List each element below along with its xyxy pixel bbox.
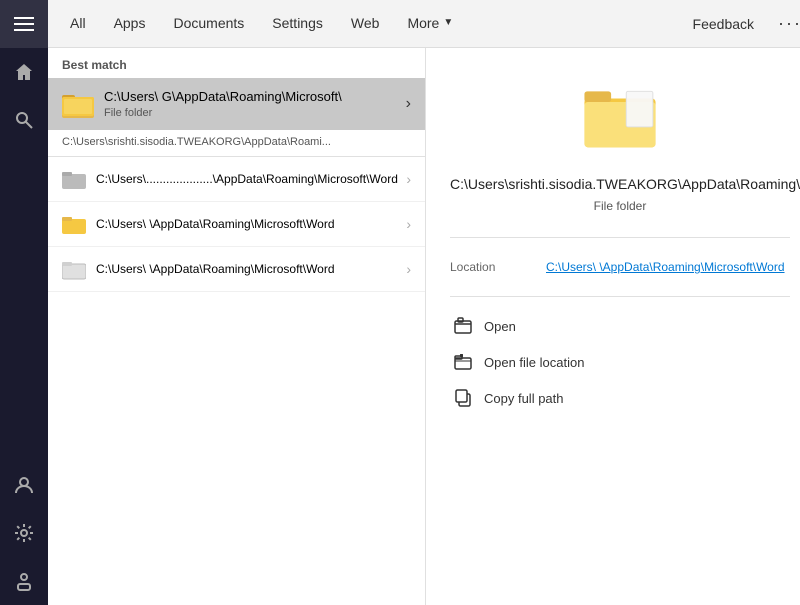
- copy-full-path-label: Copy full path: [484, 391, 564, 406]
- location-row: Location C:\Users\ \AppData\Roaming\Micr…: [450, 254, 790, 280]
- result-item-0[interactable]: C:\Users\....................\AppData\Ro…: [48, 157, 425, 202]
- result-item-1-title: C:\Users\ \AppData\Roaming\Microsoft\Wor…: [96, 216, 406, 233]
- open-file-location-label: Open file location: [484, 355, 584, 370]
- location-value[interactable]: C:\Users\ \AppData\Roaming\Microsoft\Wor…: [546, 260, 785, 274]
- tab-all[interactable]: All: [56, 0, 100, 48]
- folder-icon-gray: [62, 167, 86, 191]
- selected-item-arrow-icon: ›: [406, 95, 411, 113]
- selected-result-item[interactable]: C:\Users\ G\AppData\Roaming\Microsoft\ F…: [48, 78, 425, 130]
- folder-icon-yellow: [62, 212, 86, 236]
- topbar: All Apps Documents Settings Web More ▼ F…: [48, 0, 800, 48]
- path-breadcrumb: C:\Users\srishti.sisodia.TWEAKORG\AppDat…: [48, 130, 425, 157]
- content-area: Best match C:\Users\ G\AppData\Roaming\M…: [48, 48, 800, 605]
- tab-documents[interactable]: Documents: [159, 0, 258, 48]
- hamburger-menu-icon[interactable]: [0, 0, 48, 48]
- folder-icon-selected: [62, 88, 94, 120]
- best-match-label: Best match: [48, 48, 425, 78]
- open-action-label: Open: [484, 319, 516, 334]
- tab-settings[interactable]: Settings: [258, 0, 337, 48]
- user-icon[interactable]: [0, 461, 48, 509]
- sidebar: [0, 0, 48, 605]
- tab-web[interactable]: Web: [337, 0, 394, 48]
- copy-icon: [454, 389, 472, 407]
- result-item-0-arrow-icon: ›: [406, 171, 411, 187]
- result-item-0-text: C:\Users\....................\AppData\Ro…: [96, 171, 406, 188]
- topbar-right: Feedback ···: [685, 13, 800, 34]
- chevron-down-icon: ▼: [443, 17, 453, 28]
- detail-folder-icon: [580, 78, 660, 158]
- copy-full-path-action[interactable]: Copy full path: [450, 381, 790, 415]
- search-icon[interactable]: [0, 96, 48, 144]
- tab-more[interactable]: More ▼: [393, 0, 467, 48]
- feedback-button[interactable]: Feedback: [685, 16, 762, 32]
- open-file-location-action[interactable]: Open file location: [450, 345, 790, 379]
- settings-icon[interactable]: [0, 509, 48, 557]
- nav-tabs: All Apps Documents Settings Web More ▼: [56, 0, 685, 48]
- home-icon[interactable]: [0, 48, 48, 96]
- result-item-2-text: C:\Users\ \AppData\Roaming\Microsoft\Wor…: [96, 261, 406, 278]
- more-options-button[interactable]: ···: [774, 13, 800, 34]
- selected-item-title: C:\Users\ G\AppData\Roaming\Microsoft\: [104, 89, 406, 106]
- folder-icon-white: [62, 257, 86, 281]
- detail-title: C:\Users\srishti.sisodia.TWEAKORG\AppDat…: [450, 174, 790, 195]
- detail-type: File folder: [594, 199, 647, 213]
- result-item-1-arrow-icon: ›: [406, 216, 411, 232]
- left-panel: Best match C:\Users\ G\AppData\Roaming\M…: [48, 48, 426, 605]
- detail-info: Location C:\Users\ \AppData\Roaming\Micr…: [450, 237, 790, 280]
- person-icon[interactable]: [0, 557, 48, 605]
- result-item-1[interactable]: C:\Users\ \AppData\Roaming\Microsoft\Wor…: [48, 202, 425, 247]
- result-item-1-text: C:\Users\ \AppData\Roaming\Microsoft\Wor…: [96, 216, 406, 233]
- tab-apps[interactable]: Apps: [100, 0, 160, 48]
- right-panel: C:\Users\srishti.sisodia.TWEAKORG\AppDat…: [426, 48, 800, 605]
- selected-item-text: C:\Users\ G\AppData\Roaming\Microsoft\ F…: [104, 89, 406, 120]
- open-action[interactable]: Open: [450, 309, 790, 343]
- result-item-2-arrow-icon: ›: [406, 261, 411, 277]
- detail-actions: Open Open file location: [450, 296, 790, 415]
- main-area: All Apps Documents Settings Web More ▼ F…: [48, 0, 800, 605]
- result-item-0-title: C:\Users\....................\AppData\Ro…: [96, 171, 406, 188]
- open-icon: [454, 317, 472, 335]
- folder-open-icon: [454, 353, 472, 371]
- selected-item-subtitle: File folder: [104, 107, 406, 119]
- result-item-2[interactable]: C:\Users\ \AppData\Roaming\Microsoft\Wor…: [48, 247, 425, 292]
- location-label: Location: [450, 260, 530, 274]
- result-item-2-title: C:\Users\ \AppData\Roaming\Microsoft\Wor…: [96, 261, 406, 278]
